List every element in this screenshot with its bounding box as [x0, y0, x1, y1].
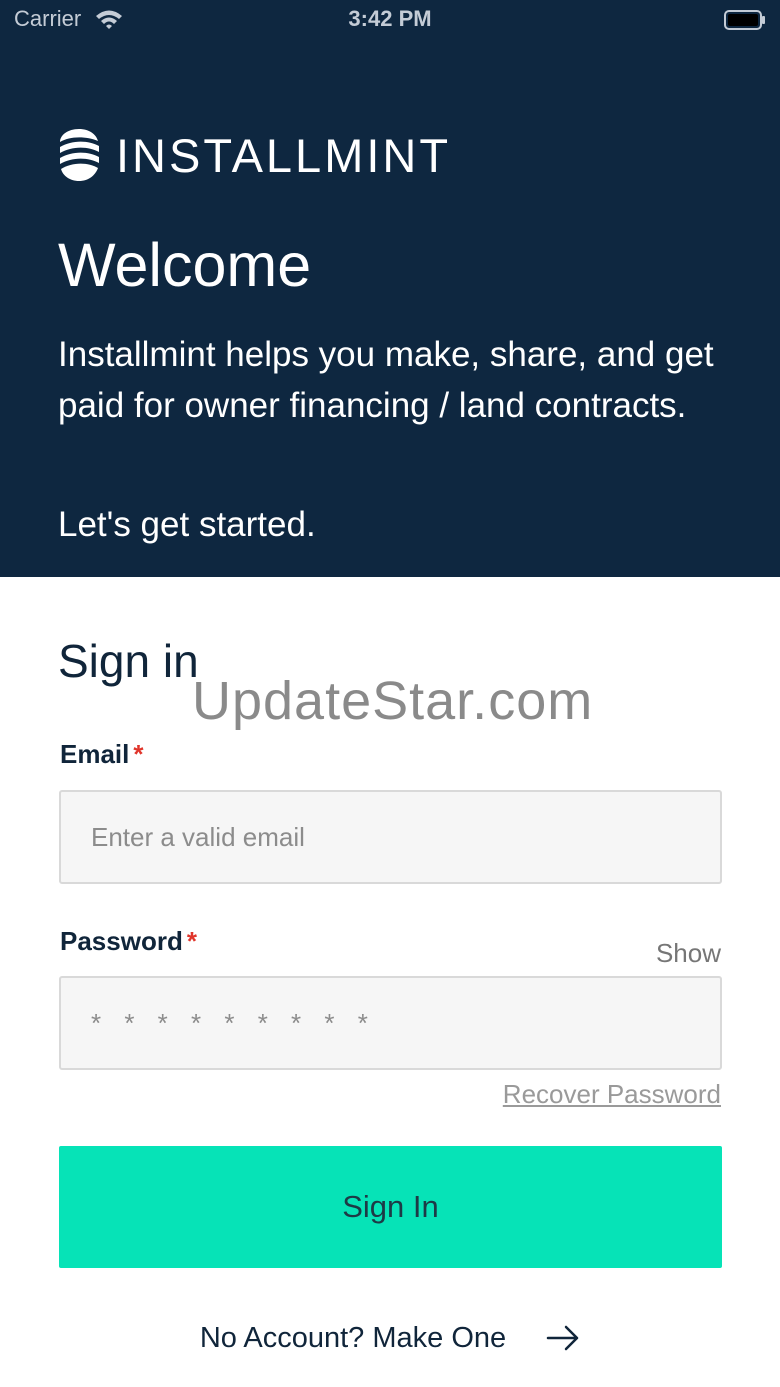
password-label-text: Password: [60, 926, 183, 956]
email-label: Email *: [60, 739, 144, 770]
intro-text: Installmint helps you make, share, and g…: [58, 335, 714, 425]
welcome-heading: Welcome: [58, 231, 312, 299]
show-password-toggle[interactable]: Show: [600, 938, 721, 969]
status-time: 3:42 PM: [348, 6, 432, 31]
brand-name: INSTALLMINT: [116, 128, 452, 182]
sign-in-button[interactable]: Sign In: [59, 1146, 722, 1268]
password-field[interactable]: [59, 976, 722, 1070]
brand-logo: INSTALLMINT: [58, 124, 451, 186]
sign-in-form: Sign in UpdateStar.com Email* Password* …: [0, 577, 780, 1387]
password-required-mark: *: [186, 926, 197, 956]
sign-in-title: Sign in: [58, 635, 199, 687]
installmint-logo-icon: [58, 127, 100, 183]
recover-password-link[interactable]: Recover Password: [480, 1079, 721, 1110]
battery-icon: [724, 10, 766, 30]
email-required-mark: *: [133, 739, 144, 769]
get-started-text: Let's get started.: [58, 505, 316, 544]
email-label-text: Email: [60, 739, 130, 769]
hero-section: Carrier 3:42 PM INSTALLMINT Welcome Inst…: [0, 0, 780, 577]
watermark: UpdateStar.com: [192, 671, 594, 731]
password-label: Password *: [60, 926, 197, 957]
email-field[interactable]: [59, 790, 722, 884]
arrow-right-icon: [546, 1325, 580, 1351]
status-bar: Carrier 3:42 PM: [0, 0, 780, 40]
make-account-link[interactable]: No Account? Make One: [0, 1318, 780, 1358]
make-account-label: No Account? Make One: [199, 1321, 507, 1354]
